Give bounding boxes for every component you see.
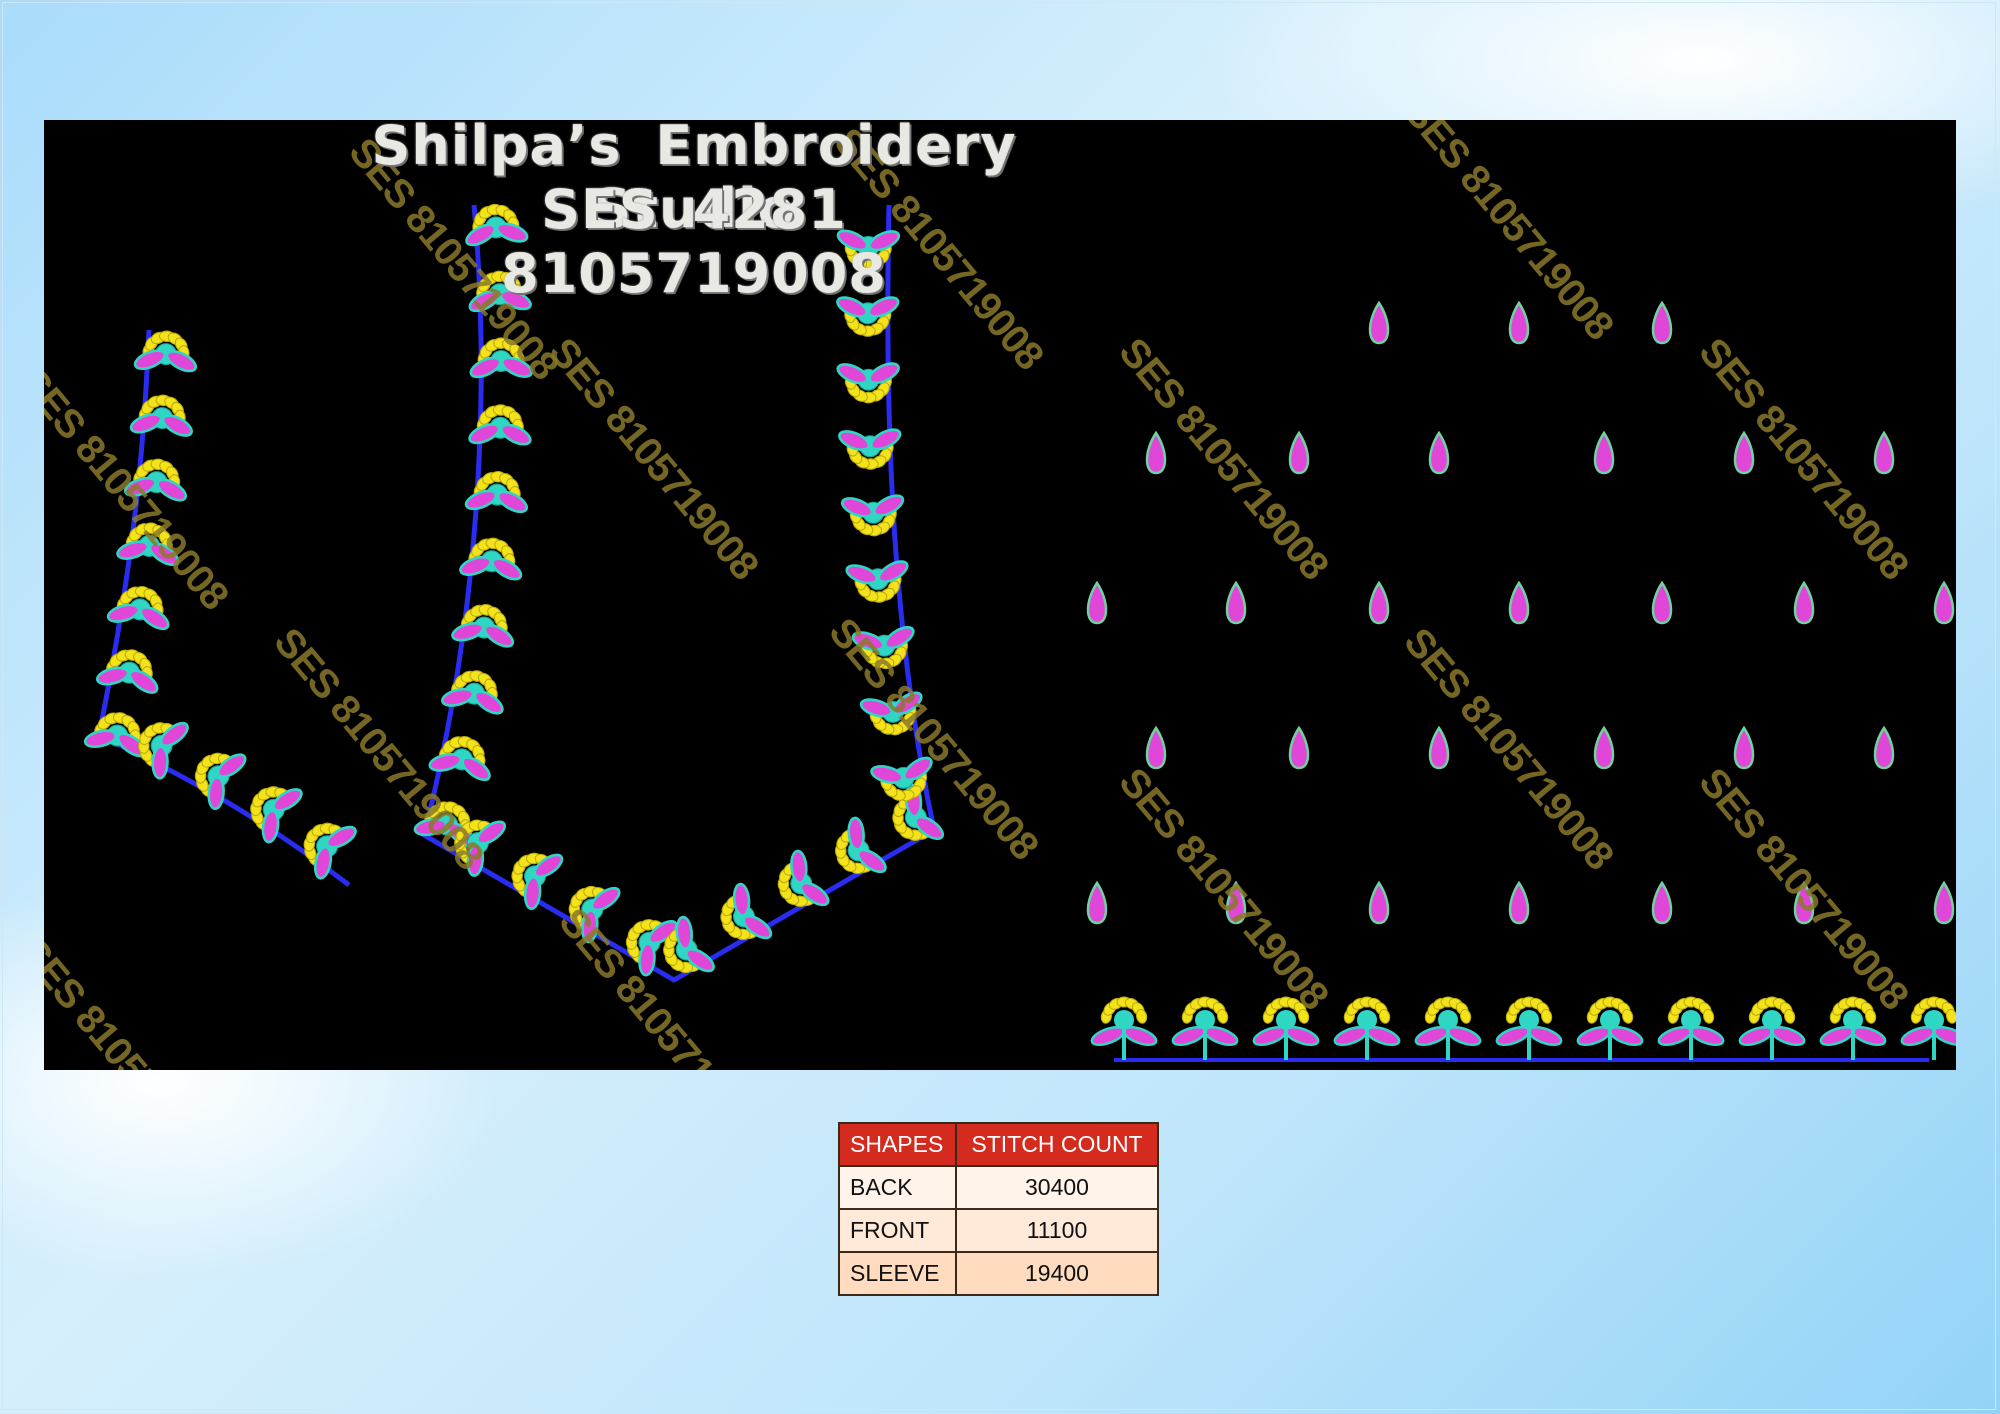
paisley-drop [1428,430,1450,475]
stitch-count-table: SHAPES STITCH COUNT BACK 30400 FRONT 111… [838,1122,1159,1296]
border-motif [1090,996,1158,1060]
stitch-count-cell: 11100 [955,1208,1159,1253]
floral-motif [834,816,887,875]
paisley-drop [1428,725,1450,770]
floral-motif [194,752,247,811]
paisley-drop [1651,580,1673,625]
shape-cell: BACK [838,1165,957,1210]
paisley-drop [1733,430,1755,475]
paisley-drop [1145,430,1167,475]
floral-motif [838,428,902,470]
shape-cell: SLEEVE [838,1251,957,1296]
paisley-drop [1368,580,1390,625]
paisley-drop [1651,880,1673,925]
floral-motif [129,394,193,437]
floral-motif [468,404,532,446]
paisley-drop [1508,880,1530,925]
paisley-drop [1873,725,1895,770]
stitch-count-cell: 30400 [955,1165,1159,1210]
floral-motif [106,585,170,631]
paisley-drop [1145,725,1167,770]
floral-motif [95,649,159,694]
paisley-drop [1508,580,1530,625]
border-motif [1657,996,1725,1060]
paisley-drop [1508,300,1530,345]
border-motif [1333,996,1401,1060]
phone-number: 8105719008 [501,242,887,305]
border-motif [1171,996,1239,1060]
paisley-drop [1873,430,1895,475]
floral-motif [777,849,830,908]
design-code: SES 4281 [541,178,847,241]
border-motif [1414,996,1482,1060]
border-motif [1900,996,1956,1060]
paisley-drop [1368,880,1390,925]
floral-motif [250,786,303,844]
paisley-drop [1593,430,1615,475]
table-row: BACK 30400 [838,1165,1159,1210]
floral-motif [836,362,900,404]
floral-motif [464,470,529,514]
floral-motif [133,330,198,373]
border-motif [1576,996,1644,1060]
paisley-drop [1933,880,1955,925]
paisley-drop [1793,580,1815,625]
shape-cell: FRONT [838,1208,957,1253]
border-motif [1495,996,1563,1060]
column-header: STITCH COUNT [955,1122,1159,1167]
paisley-drop [1593,725,1615,770]
paisley-drop [1086,880,1108,925]
embroidery-design-canvas: SES 8105719008 SES 8105719008 SES 810571… [44,120,1956,1070]
paisley-drop [1288,725,1310,770]
table-row: SLEEVE 19400 [838,1251,1159,1296]
table-row: FRONT 11100 [838,1208,1159,1253]
floral-motif [511,852,564,911]
floral-motif [845,560,909,603]
paisley-drop [1933,580,1955,625]
floral-motif [720,882,773,941]
floral-motif [303,822,357,880]
border-motif [1738,996,1806,1060]
stitch-count-cell: 19400 [955,1251,1159,1296]
floral-motif [459,537,523,581]
paisley-drop [1086,580,1108,625]
paisley-drop [1733,725,1755,770]
column-header: SHAPES [838,1122,957,1167]
floral-motif [840,494,905,537]
paisley-drop [1368,300,1390,345]
table-header-row: SHAPES STITCH COUNT [838,1122,1159,1167]
paisley-drop [1225,580,1247,625]
paisley-drop [1651,300,1673,345]
paisley-drop [1288,430,1310,475]
